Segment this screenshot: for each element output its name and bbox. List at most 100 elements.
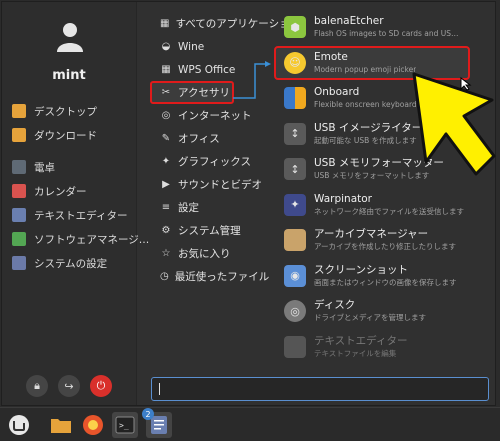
grid-icon: ▦: [160, 18, 170, 29]
fav-item-desktop[interactable]: デスクトップ: [12, 99, 149, 123]
lock-icon[interactable]: 🔒︎: [26, 375, 48, 397]
app-desc: テキストファイルを編集: [314, 348, 397, 358]
onboard-icon: [284, 87, 306, 109]
category-label: アクセサリ: [178, 87, 230, 99]
category-label: サウンドとビデオ: [178, 179, 262, 191]
favorites-list: デスクトップ ダウンロード 電卓 カレンダー テキストエディター ソフトウェアマ…: [12, 99, 149, 275]
fav-label: カレンダー: [34, 185, 87, 198]
app-name: Emote: [314, 50, 348, 63]
app-name: ディスク: [314, 299, 356, 311]
firefox-icon[interactable]: [80, 412, 106, 438]
fav-item-calendar[interactable]: カレンダー: [12, 179, 149, 203]
software-manager-icon: [12, 232, 26, 246]
power-icon[interactable]: ⏻: [90, 375, 112, 397]
category-label: 最近使ったファイル: [174, 271, 270, 283]
folder-icon: [12, 104, 26, 118]
admin-icon: ⚙: [161, 225, 171, 236]
app-balena-etcher[interactable]: ⬢ balenaEtcher Flash OS images to SD cards…: [274, 10, 474, 44]
mouse-cursor-icon: [460, 77, 472, 91]
star-icon: ☆: [161, 248, 171, 259]
fav-label: ソフトウェアマネージ…: [34, 233, 150, 246]
graphics-icon: ✦: [161, 156, 171, 167]
app-desc: ネットワーク経由でファイルを送受信します: [314, 206, 464, 216]
etcher-icon: ⬢: [284, 16, 306, 38]
terminal-icon[interactable]: >_: [112, 412, 138, 438]
pointer-arrow-icon: [412, 72, 496, 176]
preferences-icon: ≡: [161, 202, 171, 213]
user-avatar-icon[interactable]: [54, 20, 86, 56]
archive-icon: [284, 229, 306, 251]
app-disks[interactable]: ◎ ディスクドライブとメディアを管理します: [274, 294, 474, 328]
internet-icon: ◎: [161, 110, 171, 121]
text-cursor: [159, 383, 160, 395]
session-buttons: 🔒︎ ↪ ⏻: [26, 375, 112, 397]
text-editor-window-icon[interactable]: 2: [142, 408, 172, 438]
logout-icon[interactable]: ↪: [58, 375, 80, 397]
wine-icon: ◒: [161, 41, 171, 52]
files-icon[interactable]: [48, 412, 74, 438]
download-folder-icon: [12, 128, 26, 142]
search-input[interactable]: [151, 377, 489, 401]
fav-label: 電卓: [34, 161, 55, 174]
emote-icon: ☺: [284, 51, 306, 74]
category-label: Wine: [178, 40, 205, 53]
category-label: システム管理: [178, 225, 241, 237]
category-office[interactable]: ✎ オフィス: [150, 127, 270, 150]
fav-label: テキストエディター: [34, 209, 128, 222]
category-label: WPS Office: [178, 63, 236, 76]
sound-video-icon: ▶: [162, 179, 170, 190]
app-warpinator[interactable]: ✦ Warpinator ネットワーク経由でファイルを送受信します: [274, 188, 474, 222]
app-desc: Flash OS images to SD cards and US…: [314, 29, 459, 38]
category-administration[interactable]: ⚙ システム管理: [150, 219, 270, 242]
category-accessories[interactable]: ✂ アクセサリ: [150, 81, 234, 104]
fav-item-text-editor[interactable]: テキストエディター: [12, 203, 149, 227]
app-text-editor[interactable]: テキストエディター テキストファイルを編集: [274, 330, 474, 364]
category-favorites[interactable]: ☆ お気に入り: [150, 242, 270, 265]
fav-item-downloads[interactable]: ダウンロード: [12, 123, 149, 147]
taskbar: >_ 2: [0, 407, 500, 441]
warpinator-icon: ✦: [284, 193, 306, 216]
app-name: スクリーンショット: [314, 263, 408, 276]
disks-icon: ◎: [284, 300, 306, 322]
window-count-badge: 2: [142, 408, 154, 420]
usb-format-icon: ↕: [284, 158, 306, 180]
app-desc: アーカイブを作成したり修正したりします: [314, 242, 457, 251]
text-editor-icon: [12, 208, 26, 222]
category-preferences[interactable]: ≡ 設定: [150, 196, 270, 219]
fav-label: システムの設定: [34, 257, 108, 270]
usb-writer-icon: ↕: [284, 122, 306, 145]
application-list: ⬢ balenaEtcher Flash OS images to SD cards…: [274, 10, 474, 365]
category-label: オフィス: [178, 133, 220, 145]
category-all[interactable]: ▦ すべてのアプリケーション: [150, 12, 300, 35]
fav-item-software-manager[interactable]: ソフトウェアマネージ…: [12, 227, 149, 251]
app-archive-manager[interactable]: アーカイブマネージャー アーカイブを作成したり修正したりします: [274, 223, 474, 257]
fav-label: デスクトップ: [34, 105, 97, 118]
text-editor-icon: [284, 335, 306, 358]
mint-menu-icon[interactable]: [6, 412, 32, 438]
office-icon: ✎: [161, 133, 171, 144]
recent-icon: ◷: [160, 271, 169, 282]
category-label: グラフィックス: [178, 156, 251, 168]
category-wine[interactable]: ◒ Wine: [150, 35, 270, 58]
app-name: Warpinator: [314, 192, 372, 205]
category-recent[interactable]: ◷ 最近使ったファイル: [150, 265, 270, 288]
calendar-icon: [12, 184, 26, 198]
fav-label: ダウンロード: [34, 129, 97, 142]
fav-item-system-settings[interactable]: システムの設定: [12, 251, 149, 275]
wps-icon: ▦: [161, 64, 171, 75]
app-name: テキストエディター: [314, 334, 408, 347]
svg-text:>_: >_: [119, 421, 129, 430]
category-list: ▦ すべてのアプリケーション ◒ Wine ▦ WPS Office ✂ アクセサリ ◎…: [150, 12, 300, 288]
fav-item-calculator[interactable]: 電卓: [12, 155, 149, 179]
username: mint: [52, 68, 86, 83]
app-desc: ドライブとメディアを管理します: [314, 313, 426, 322]
accessories-icon: ✂: [161, 87, 171, 98]
app-desc: 画面またはウィンドウの画像を保存します: [314, 277, 457, 287]
category-graphics[interactable]: ✦ グラフィックス: [150, 150, 270, 173]
app-screenshot[interactable]: ◉ スクリーンショット 画面またはウィンドウの画像を保存します: [274, 259, 474, 293]
category-sound-video[interactable]: ▶ サウンドとビデオ: [150, 173, 270, 196]
category-internet[interactable]: ◎ インターネット: [150, 104, 270, 127]
category-label: インターネット: [178, 110, 252, 122]
left-panel: mint デスクトップ ダウンロード 電卓 カレンダー テキストエディター ソフ…: [2, 2, 149, 405]
calculator-icon: [12, 160, 26, 174]
